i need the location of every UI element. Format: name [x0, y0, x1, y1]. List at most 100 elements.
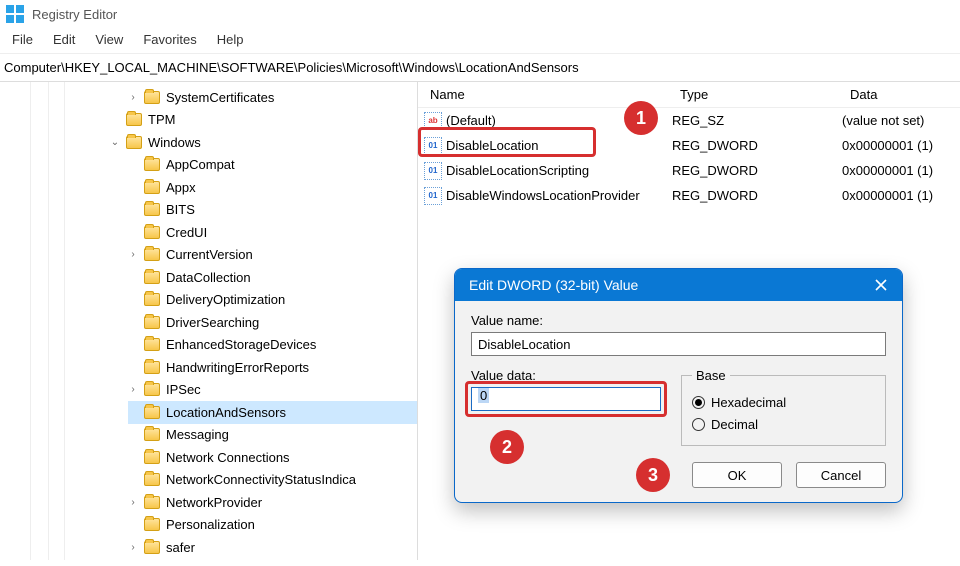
- folder-icon: [144, 248, 160, 261]
- tree-item[interactable]: ›AppCompat: [128, 154, 417, 177]
- value-row[interactable]: ab(Default)REG_SZ(value not set): [418, 108, 960, 133]
- menu-favorites[interactable]: Favorites: [143, 32, 196, 47]
- folder-icon: [144, 91, 160, 104]
- tree-item-label: NetworkConnectivityStatusIndica: [166, 472, 356, 487]
- folder-icon: [144, 383, 160, 396]
- chevron-right-icon[interactable]: ›: [128, 92, 138, 103]
- tree-item-label: Personalization: [166, 517, 255, 532]
- tree-item-label: BITS: [166, 202, 195, 217]
- tree-item[interactable]: ›NetworkConnectivityStatusIndica: [128, 469, 417, 492]
- folder-icon: [144, 361, 160, 374]
- tree-item-label: CurrentVersion: [166, 247, 253, 262]
- tree-item-label: DataCollection: [166, 270, 251, 285]
- value-data: 0x00000001 (1): [842, 163, 960, 178]
- chevron-right-icon[interactable]: ›: [128, 542, 138, 553]
- value-row[interactable]: 01DisableLocationREG_DWORD0x00000001 (1): [418, 133, 960, 158]
- tree-item[interactable]: ⌄ Windows: [110, 131, 417, 154]
- tree-item-label: Messaging: [166, 427, 229, 442]
- folder-icon: [144, 473, 160, 486]
- value-name: DisableLocationScripting: [446, 163, 672, 178]
- tree-item-label: Windows: [148, 135, 201, 150]
- folder-icon: [144, 293, 160, 306]
- value-row[interactable]: 01DisableWindowsLocationProviderREG_DWOR…: [418, 183, 960, 208]
- folder-icon: [144, 428, 160, 441]
- tree-item[interactable]: ›TPM: [110, 109, 417, 132]
- tree-item[interactable]: ›Network Connections: [128, 446, 417, 469]
- col-data-header[interactable]: Data: [838, 87, 960, 102]
- value-type: REG_SZ: [672, 113, 842, 128]
- tree-item[interactable]: ›DeliveryOptimization: [128, 289, 417, 312]
- radio-icon: [692, 418, 705, 431]
- folder-icon: [144, 496, 160, 509]
- tree-item[interactable]: ›safer: [128, 536, 417, 559]
- tree-item[interactable]: ›EnhancedStorageDevices: [128, 334, 417, 357]
- folder-icon: [144, 316, 160, 329]
- tree-item[interactable]: ›NetworkProvider: [128, 491, 417, 514]
- folder-icon: [126, 113, 142, 126]
- close-icon[interactable]: [870, 274, 892, 296]
- menu-file[interactable]: File: [12, 32, 33, 47]
- address-bar[interactable]: Computer\HKEY_LOCAL_MACHINE\SOFTWARE\Pol…: [0, 54, 960, 82]
- dialog-buttons: OK Cancel: [471, 462, 886, 488]
- tree-item[interactable]: ›Personalization: [128, 514, 417, 537]
- tree-item[interactable]: › IPSec: [128, 379, 417, 402]
- dword-value-icon: 01: [424, 137, 442, 155]
- radio-dec-label: Decimal: [711, 417, 758, 432]
- value-type: REG_DWORD: [672, 188, 842, 203]
- radio-hex-label: Hexadecimal: [711, 395, 786, 410]
- chevron-right-icon[interactable]: ›: [128, 384, 138, 395]
- col-name-header[interactable]: Name: [418, 87, 668, 102]
- menu-view[interactable]: View: [95, 32, 123, 47]
- value-data-field[interactable]: 0: [471, 387, 661, 411]
- value-data-box: 0: [471, 387, 661, 411]
- value-name: DisableWindowsLocationProvider: [446, 188, 672, 203]
- tree-item-label: AppCompat: [166, 157, 235, 172]
- address-path: Computer\HKEY_LOCAL_MACHINE\SOFTWARE\Pol…: [4, 60, 579, 75]
- radio-decimal[interactable]: Decimal: [692, 413, 875, 435]
- base-fieldset: Base Hexadecimal Decimal: [681, 368, 886, 446]
- tree-item[interactable]: ›CredUI: [128, 221, 417, 244]
- tree[interactable]: ›SystemCertificates›TPM⌄Windows›AppCompa…: [0, 86, 417, 560]
- base-legend: Base: [692, 368, 730, 383]
- tree-item[interactable]: › CurrentVersion: [128, 244, 417, 267]
- tree-item[interactable]: ›LocationAndSensors: [128, 401, 417, 424]
- col-type-header[interactable]: Type: [668, 87, 838, 102]
- tree-item[interactable]: ›BITS: [128, 199, 417, 222]
- tree-item[interactable]: ›DriverSearching: [128, 311, 417, 334]
- radio-hexadecimal[interactable]: Hexadecimal: [692, 391, 875, 413]
- value-data: 0x00000001 (1): [842, 138, 960, 153]
- tree-item[interactable]: ›SettingSync: [128, 559, 417, 561]
- value-name: (Default): [446, 113, 672, 128]
- value-type: REG_DWORD: [672, 163, 842, 178]
- folder-icon: [144, 158, 160, 171]
- chevron-right-icon[interactable]: ›: [128, 249, 138, 260]
- value-row[interactable]: 01DisableLocationScriptingREG_DWORD0x000…: [418, 158, 960, 183]
- menu-help[interactable]: Help: [217, 32, 244, 47]
- cancel-button[interactable]: Cancel: [796, 462, 886, 488]
- tree-item-label: HandwritingErrorReports: [166, 360, 309, 375]
- folder-icon: [144, 338, 160, 351]
- menu-bar: File Edit View Favorites Help: [0, 28, 960, 54]
- tree-item[interactable]: ›DataCollection: [128, 266, 417, 289]
- tree-item-label: TPM: [148, 112, 175, 127]
- tree-item-label: SystemCertificates: [166, 90, 274, 105]
- ok-button[interactable]: OK: [692, 462, 782, 488]
- title-bar: Registry Editor: [0, 0, 960, 28]
- dialog-titlebar[interactable]: Edit DWORD (32-bit) Value: [455, 269, 902, 301]
- tree-item[interactable]: ›Messaging: [128, 424, 417, 447]
- chevron-right-icon[interactable]: ›: [128, 497, 138, 508]
- chevron-down-icon[interactable]: ⌄: [110, 137, 120, 148]
- value-name-field[interactable]: [471, 332, 886, 356]
- list-body: ab(Default)REG_SZ(value not set)01Disabl…: [418, 108, 960, 208]
- value-data: 0x00000001 (1): [842, 188, 960, 203]
- folder-icon: [144, 406, 160, 419]
- tree-pane: ›SystemCertificates›TPM⌄Windows›AppCompa…: [0, 82, 418, 560]
- value-data-label: Value data:: [471, 368, 661, 383]
- tree-item-label: IPSec: [166, 382, 201, 397]
- menu-edit[interactable]: Edit: [53, 32, 75, 47]
- tree-item[interactable]: ›Appx: [128, 176, 417, 199]
- folder-icon: [144, 518, 160, 531]
- tree-item[interactable]: ›HandwritingErrorReports: [128, 356, 417, 379]
- tree-item[interactable]: › SystemCertificates: [128, 86, 417, 109]
- dialog-title-text: Edit DWORD (32-bit) Value: [469, 277, 638, 293]
